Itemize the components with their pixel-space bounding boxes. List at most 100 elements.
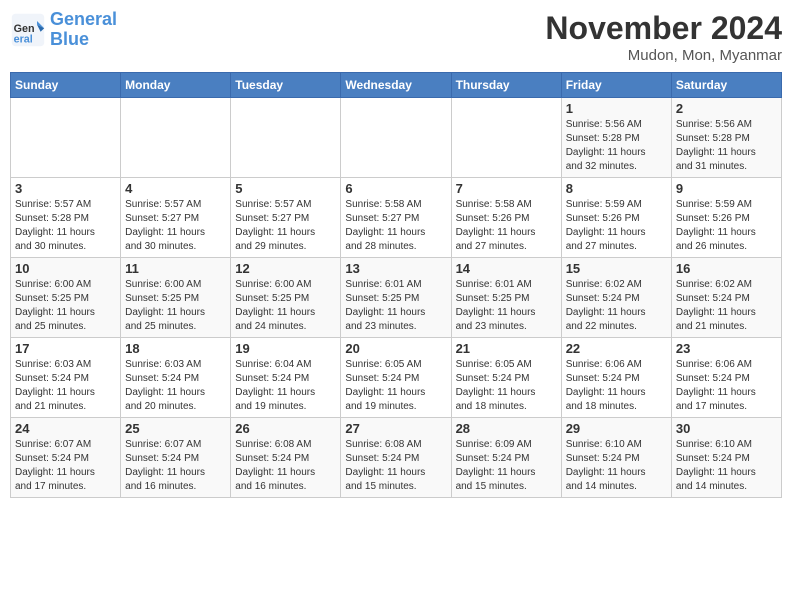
day-info: Sunrise: 6:07 AM Sunset: 5:24 PM Dayligh… bbox=[15, 438, 116, 494]
day-info: Sunrise: 6:05 AM Sunset: 5:24 PM Dayligh… bbox=[456, 358, 557, 414]
day-header-friday: Friday bbox=[561, 73, 671, 98]
day-info: Sunrise: 6:03 AM Sunset: 5:24 PM Dayligh… bbox=[125, 358, 226, 414]
day-header-monday: Monday bbox=[121, 73, 231, 98]
location-subtitle: Mudon, Mon, Myanmar bbox=[545, 47, 782, 64]
day-cell bbox=[341, 98, 451, 178]
day-number: 11 bbox=[125, 261, 226, 276]
day-info: Sunrise: 5:56 AM Sunset: 5:28 PM Dayligh… bbox=[676, 118, 777, 174]
day-cell: 7 Sunrise: 5:58 AM Sunset: 5:26 PM Daylig… bbox=[451, 178, 561, 258]
day-cell: 10 Sunrise: 6:00 AM Sunset: 5:25 PM Dayli… bbox=[11, 258, 121, 338]
logo-text: GeneralBlue bbox=[50, 10, 117, 50]
week-row-1: 1 Sunrise: 5:56 AM Sunset: 5:28 PM Daylig… bbox=[11, 98, 782, 178]
day-number: 17 bbox=[15, 341, 116, 356]
day-cell: 4 Sunrise: 5:57 AM Sunset: 5:27 PM Daylig… bbox=[121, 178, 231, 258]
day-number: 5 bbox=[235, 181, 336, 196]
day-cell: 3 Sunrise: 5:57 AM Sunset: 5:28 PM Daylig… bbox=[11, 178, 121, 258]
day-info: Sunrise: 6:06 AM Sunset: 5:24 PM Dayligh… bbox=[566, 358, 667, 414]
day-cell: 15 Sunrise: 6:02 AM Sunset: 5:24 PM Dayli… bbox=[561, 258, 671, 338]
day-cell: 13Sunrise: 6:01 AM Sunset: 5:25 PM Dayli… bbox=[341, 258, 451, 338]
day-number: 18 bbox=[125, 341, 226, 356]
day-cell: 18 Sunrise: 6:03 AM Sunset: 5:24 PM Dayli… bbox=[121, 338, 231, 418]
day-number: 27 bbox=[345, 421, 446, 436]
day-number: 12 bbox=[235, 261, 336, 276]
day-cell: 26 Sunrise: 6:08 AM Sunset: 5:24 PM Dayli… bbox=[231, 418, 341, 498]
day-info: Sunrise: 6:08 AM Sunset: 5:24 PM Dayligh… bbox=[235, 438, 336, 494]
svg-text:eral: eral bbox=[14, 33, 33, 45]
day-info: Sunrise: 6:02 AM Sunset: 5:24 PM Dayligh… bbox=[676, 278, 777, 334]
day-cell: 9 Sunrise: 5:59 AM Sunset: 5:26 PM Daylig… bbox=[671, 178, 781, 258]
day-number: 15 bbox=[566, 261, 667, 276]
day-cell: 19Sunrise: 6:04 AM Sunset: 5:24 PM Dayli… bbox=[231, 338, 341, 418]
day-number: 26 bbox=[235, 421, 336, 436]
day-number: 20 bbox=[345, 341, 446, 356]
day-number: 25 bbox=[125, 421, 226, 436]
day-info: Sunrise: 6:00 AM Sunset: 5:25 PM Dayligh… bbox=[125, 278, 226, 334]
day-info: Sunrise: 6:10 AM Sunset: 5:24 PM Dayligh… bbox=[676, 438, 777, 494]
day-cell: 14 Sunrise: 6:01 AM Sunset: 5:25 PM Dayli… bbox=[451, 258, 561, 338]
day-info: Sunrise: 6:01 AM Sunset: 5:25 PM Dayligh… bbox=[456, 278, 557, 334]
day-cell bbox=[231, 98, 341, 178]
day-cell: 21 Sunrise: 6:05 AM Sunset: 5:24 PM Dayli… bbox=[451, 338, 561, 418]
day-info: Sunrise: 6:01 AM Sunset: 5:25 PM Dayligh… bbox=[345, 278, 446, 334]
day-number: 21 bbox=[456, 341, 557, 356]
day-info: Sunrise: 6:03 AM Sunset: 5:24 PM Dayligh… bbox=[15, 358, 116, 414]
day-info: Sunrise: 6:00 AM Sunset: 5:25 PM Dayligh… bbox=[15, 278, 116, 334]
month-title: November 2024 bbox=[545, 10, 782, 47]
day-number: 30 bbox=[676, 421, 777, 436]
day-info: Sunrise: 5:58 AM Sunset: 5:26 PM Dayligh… bbox=[456, 198, 557, 254]
day-cell bbox=[121, 98, 231, 178]
day-header-thursday: Thursday bbox=[451, 73, 561, 98]
day-number: 3 bbox=[15, 181, 116, 196]
page-header: Gen eral GeneralBlue November 2024 Mudon… bbox=[10, 10, 782, 64]
day-info: Sunrise: 5:56 AM Sunset: 5:28 PM Dayligh… bbox=[566, 118, 667, 174]
day-cell: 27Sunrise: 6:08 AM Sunset: 5:24 PM Dayli… bbox=[341, 418, 451, 498]
day-cell: 28 Sunrise: 6:09 AM Sunset: 5:24 PM Dayli… bbox=[451, 418, 561, 498]
day-info: Sunrise: 6:10 AM Sunset: 5:24 PM Dayligh… bbox=[566, 438, 667, 494]
day-cell: 22 Sunrise: 6:06 AM Sunset: 5:24 PM Dayli… bbox=[561, 338, 671, 418]
week-row-5: 24Sunrise: 6:07 AM Sunset: 5:24 PM Dayli… bbox=[11, 418, 782, 498]
day-number: 7 bbox=[456, 181, 557, 196]
day-number: 6 bbox=[345, 181, 446, 196]
day-cell: 8 Sunrise: 5:59 AM Sunset: 5:26 PM Daylig… bbox=[561, 178, 671, 258]
day-cell: 20 Sunrise: 6:05 AM Sunset: 5:24 PM Dayli… bbox=[341, 338, 451, 418]
day-number: 14 bbox=[456, 261, 557, 276]
day-info: Sunrise: 6:09 AM Sunset: 5:24 PM Dayligh… bbox=[456, 438, 557, 494]
logo-icon: Gen eral bbox=[10, 12, 46, 48]
day-number: 8 bbox=[566, 181, 667, 196]
title-block: November 2024 Mudon, Mon, Myanmar bbox=[545, 10, 782, 64]
week-row-3: 10 Sunrise: 6:00 AM Sunset: 5:25 PM Dayli… bbox=[11, 258, 782, 338]
day-info: Sunrise: 6:05 AM Sunset: 5:24 PM Dayligh… bbox=[345, 358, 446, 414]
day-cell: 11 Sunrise: 6:00 AM Sunset: 5:25 PM Dayli… bbox=[121, 258, 231, 338]
day-info: Sunrise: 6:06 AM Sunset: 5:24 PM Dayligh… bbox=[676, 358, 777, 414]
day-number: 4 bbox=[125, 181, 226, 196]
day-number: 28 bbox=[456, 421, 557, 436]
day-info: Sunrise: 5:57 AM Sunset: 5:28 PM Dayligh… bbox=[15, 198, 116, 254]
calendar-table: SundayMondayTuesdayWednesdayThursdayFrid… bbox=[10, 72, 782, 498]
day-number: 22 bbox=[566, 341, 667, 356]
day-header-sunday: Sunday bbox=[11, 73, 121, 98]
day-number: 16 bbox=[676, 261, 777, 276]
day-info: Sunrise: 5:59 AM Sunset: 5:26 PM Dayligh… bbox=[676, 198, 777, 254]
day-cell bbox=[11, 98, 121, 178]
day-info: Sunrise: 5:57 AM Sunset: 5:27 PM Dayligh… bbox=[125, 198, 226, 254]
day-number: 29 bbox=[566, 421, 667, 436]
day-header-wednesday: Wednesday bbox=[341, 73, 451, 98]
day-number: 9 bbox=[676, 181, 777, 196]
day-number: 1 bbox=[566, 101, 667, 116]
day-number: 10 bbox=[15, 261, 116, 276]
day-cell: 30 Sunrise: 6:10 AM Sunset: 5:24 PM Dayli… bbox=[671, 418, 781, 498]
day-info: Sunrise: 5:58 AM Sunset: 5:27 PM Dayligh… bbox=[345, 198, 446, 254]
day-cell: 17 Sunrise: 6:03 AM Sunset: 5:24 PM Dayli… bbox=[11, 338, 121, 418]
day-info: Sunrise: 6:04 AM Sunset: 5:24 PM Dayligh… bbox=[235, 358, 336, 414]
day-cell: 12Sunrise: 6:00 AM Sunset: 5:25 PM Dayli… bbox=[231, 258, 341, 338]
day-cell: 25 Sunrise: 6:07 AM Sunset: 5:24 PM Dayli… bbox=[121, 418, 231, 498]
day-header-tuesday: Tuesday bbox=[231, 73, 341, 98]
day-cell bbox=[451, 98, 561, 178]
day-header-saturday: Saturday bbox=[671, 73, 781, 98]
calendar-header: SundayMondayTuesdayWednesdayThursdayFrid… bbox=[11, 73, 782, 98]
day-info: Sunrise: 5:57 AM Sunset: 5:27 PM Dayligh… bbox=[235, 198, 336, 254]
day-cell: 24Sunrise: 6:07 AM Sunset: 5:24 PM Dayli… bbox=[11, 418, 121, 498]
day-info: Sunrise: 6:02 AM Sunset: 5:24 PM Dayligh… bbox=[566, 278, 667, 334]
day-info: Sunrise: 6:07 AM Sunset: 5:24 PM Dayligh… bbox=[125, 438, 226, 494]
day-info: Sunrise: 5:59 AM Sunset: 5:26 PM Dayligh… bbox=[566, 198, 667, 254]
